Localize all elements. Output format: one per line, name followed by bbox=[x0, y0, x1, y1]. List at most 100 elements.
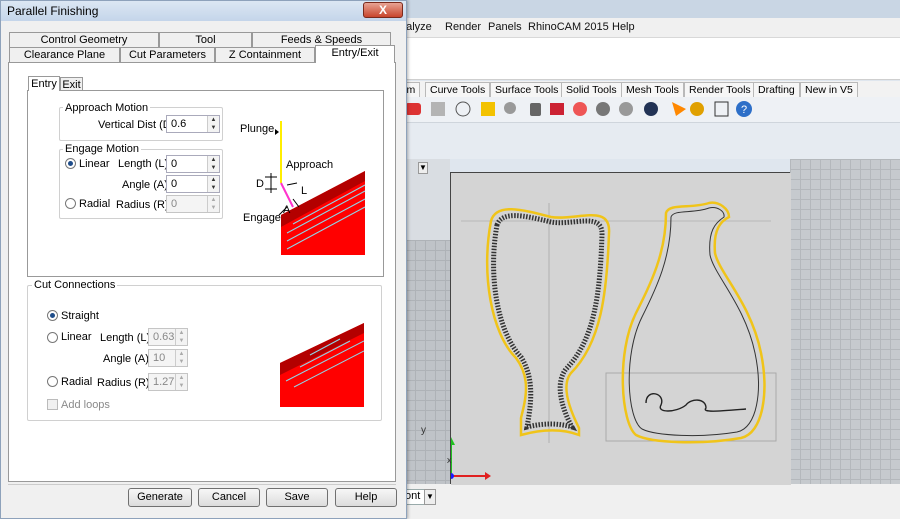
cut-radius-value: 1.27 bbox=[153, 376, 175, 388]
engage-linear-label: Linear bbox=[79, 158, 110, 170]
tab-cut-parameters[interactable]: Cut Parameters bbox=[120, 47, 215, 63]
status-bar bbox=[395, 484, 900, 519]
generate-button[interactable]: Generate bbox=[128, 488, 192, 507]
sphere-icon bbox=[596, 102, 610, 116]
cut-linear-label: Linear bbox=[61, 331, 92, 343]
material-icon bbox=[550, 103, 564, 115]
save-button[interactable]: Save bbox=[266, 488, 328, 507]
cam-viewport[interactable]: y x bbox=[421, 172, 791, 485]
axis-x-label: x bbox=[447, 455, 452, 465]
viewport-grid-right bbox=[790, 159, 900, 484]
dialog-title: Parallel Finishing bbox=[7, 4, 99, 18]
approach-motion-label: Approach Motion bbox=[63, 102, 151, 114]
circle-icon bbox=[455, 101, 471, 117]
engage-motion-label: Engage Motion bbox=[63, 143, 141, 155]
vertical-dist-value: 0.6 bbox=[171, 118, 187, 130]
arrow-icon bbox=[672, 102, 686, 116]
layer-dropdown[interactable]: ▼ bbox=[424, 489, 436, 505]
engage-length-value: 0 bbox=[171, 158, 178, 170]
color-wheel-icon bbox=[573, 102, 587, 116]
toolbar-tabs: rm Curve Tools Surface Tools Solid Tools… bbox=[395, 81, 900, 97]
svg-text:?: ? bbox=[741, 104, 747, 116]
engage-linear-radio[interactable] bbox=[65, 158, 76, 169]
cut-radial-label: Radial bbox=[61, 376, 93, 388]
menu-render[interactable]: Render bbox=[445, 21, 481, 33]
toolbar-tab-curve-tools[interactable]: Curve Tools bbox=[425, 82, 491, 97]
engage-radius-spin-buttons[interactable]: ▲ ▼ bbox=[207, 196, 219, 212]
command-area[interactable] bbox=[395, 38, 900, 80]
cut-angle-stepper[interactable]: 10 ▲ ▼ bbox=[148, 349, 188, 367]
tab-entry-exit[interactable]: Entry/Exit bbox=[315, 45, 395, 63]
box-icon bbox=[481, 102, 495, 116]
cancel-button[interactable]: Cancel bbox=[198, 488, 260, 507]
car-icon bbox=[405, 103, 421, 115]
add-loops-checkbox[interactable] bbox=[47, 399, 58, 410]
parallel-finishing-dialog: Parallel Finishing X Control Geometry To… bbox=[0, 0, 407, 519]
cut-radial-radio[interactable] bbox=[47, 376, 58, 387]
icon-toolbar: ? bbox=[395, 97, 900, 123]
tab-z-containment[interactable]: Z Containment bbox=[215, 47, 315, 63]
menu-rhinocam[interactable]: RhinoCAM 2015 bbox=[528, 21, 609, 33]
menu-help[interactable]: Help bbox=[612, 21, 635, 33]
cut-radius-stepper[interactable]: 1.27 ▲ ▼ bbox=[148, 373, 188, 391]
engage-length-stepper[interactable]: 0 ▲ ▼ bbox=[166, 155, 220, 173]
tab-tool[interactable]: Tool bbox=[159, 32, 252, 48]
engage-radius-stepper[interactable]: 0 ▲ ▼ bbox=[166, 195, 220, 213]
cut-connections-label: Cut Connections bbox=[32, 279, 118, 291]
lock-icon bbox=[530, 103, 541, 116]
engage-length-spin-buttons[interactable]: ▲ ▼ bbox=[207, 156, 219, 172]
toolbar-tab-surface-tools[interactable]: Surface Tools bbox=[490, 82, 564, 97]
l-label: L bbox=[301, 185, 308, 197]
subtab-entry[interactable]: Entry bbox=[28, 76, 60, 91]
mesh-icon bbox=[431, 102, 445, 116]
cut-angle-spin-buttons[interactable]: ▲ ▼ bbox=[175, 350, 187, 366]
engage-length-label: Length (L) bbox=[118, 158, 169, 170]
toolbar-tab-solid-tools[interactable]: Solid Tools bbox=[561, 82, 622, 97]
engage-diagram-label: Engage bbox=[243, 212, 281, 224]
vertical-dist-stepper[interactable]: 0.6 ▲ ▼ bbox=[166, 115, 220, 133]
cut-connections-diagram bbox=[280, 323, 364, 407]
toolbar-tab-new-in-v5[interactable]: New in V5 bbox=[800, 82, 858, 97]
cam-geometry bbox=[447, 173, 791, 485]
environment-icon bbox=[619, 102, 633, 116]
cut-linear-radio[interactable] bbox=[47, 332, 58, 343]
engage-radial-radio[interactable] bbox=[65, 198, 76, 209]
vertical-dist-spin-buttons[interactable]: ▲ ▼ bbox=[207, 116, 219, 132]
render-sphere-icon bbox=[644, 102, 658, 116]
engage-radial-label: Radial bbox=[79, 198, 111, 210]
engage-angle-value: 0 bbox=[171, 178, 178, 190]
help-button[interactable]: Help bbox=[335, 488, 397, 507]
cut-length-stepper[interactable]: 0.635 ▲ ▼ bbox=[148, 328, 188, 346]
cut-angle-label: Angle (A) bbox=[103, 353, 149, 365]
close-button[interactable]: X bbox=[363, 2, 403, 18]
d-label: D bbox=[256, 178, 264, 190]
toolbar-tab-mesh-tools[interactable]: Mesh Tools bbox=[621, 82, 684, 97]
viewport-dropdown[interactable]: ▼ bbox=[418, 162, 428, 174]
engage-angle-spin-buttons[interactable]: ▲ ▼ bbox=[207, 176, 219, 192]
toolbar-tab-drafting[interactable]: Drafting bbox=[753, 82, 800, 97]
add-loops-label: Add loops bbox=[61, 399, 110, 411]
tab-control-geometry[interactable]: Control Geometry bbox=[9, 32, 159, 48]
menu-panels[interactable]: Panels bbox=[488, 21, 522, 33]
engage-angle-stepper[interactable]: 0 ▲ ▼ bbox=[166, 175, 220, 193]
tab-clearance-plane[interactable]: Clearance Plane bbox=[9, 47, 120, 63]
dialog-titlebar[interactable]: Parallel Finishing X bbox=[1, 1, 406, 21]
gear-icon bbox=[690, 102, 704, 116]
cut-angle-value: 10 bbox=[153, 352, 166, 364]
toolbar-tab-render-tools[interactable]: Render Tools bbox=[684, 82, 756, 97]
cut-radius-spin-buttons[interactable]: ▲ ▼ bbox=[175, 374, 187, 390]
cut-straight-label: Straight bbox=[61, 310, 99, 322]
cut-straight-radio[interactable] bbox=[47, 310, 58, 321]
approach-diagram-label: Approach bbox=[286, 159, 334, 171]
app-menubar: nalyze Render Panels RhinoCAM 2015 Help bbox=[395, 18, 900, 38]
cut-length-label: Length (L) bbox=[100, 332, 151, 344]
cut-radius-label: Radius (R) bbox=[97, 377, 150, 389]
engage-radius-label: Radius (R) bbox=[116, 199, 169, 211]
a-label: A bbox=[283, 204, 291, 216]
toolbar-icons: ? bbox=[405, 101, 752, 117]
plunge-label: Plunge bbox=[240, 123, 275, 135]
toolbar-strip bbox=[395, 123, 900, 159]
dimension-icon bbox=[714, 101, 729, 117]
cut-length-spin-buttons[interactable]: ▲ ▼ bbox=[175, 329, 187, 345]
axis-y-label: y bbox=[421, 425, 426, 436]
